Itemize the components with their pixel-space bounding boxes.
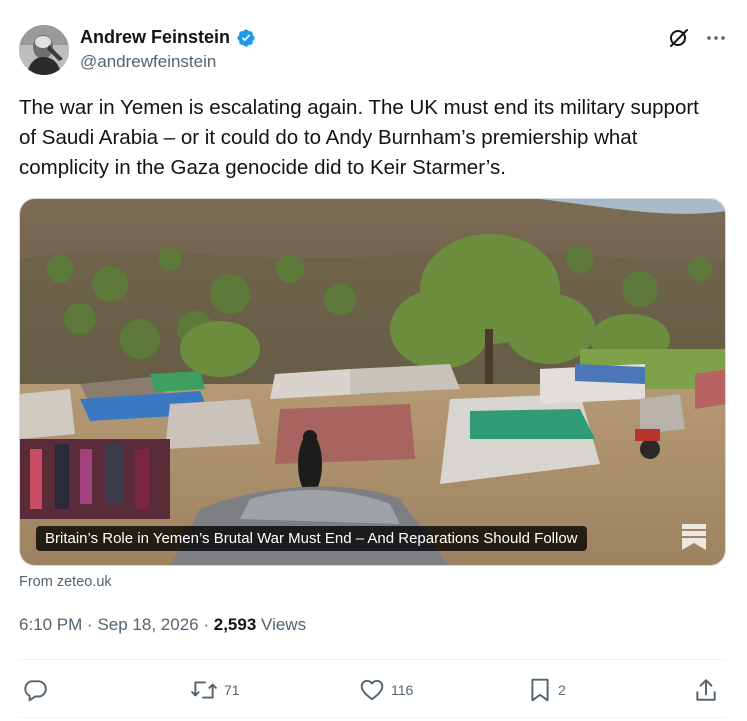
author-name-row: Andrew Feinstein xyxy=(80,27,256,48)
avatar[interactable] xyxy=(19,25,69,75)
heart-icon xyxy=(360,679,384,701)
share-icon xyxy=(696,679,716,701)
views-count: 2,593 xyxy=(213,615,257,634)
more-options-icon[interactable] xyxy=(705,27,727,49)
displacement-camp-photo-icon xyxy=(20,199,725,565)
action-bar: 71 116 2 xyxy=(22,677,724,705)
author-handle[interactable]: @andrewfeinstein xyxy=(80,52,216,72)
repost-icon xyxy=(191,681,217,699)
top-actions xyxy=(667,26,727,50)
divider xyxy=(19,717,726,718)
reply-icon xyxy=(24,680,47,702)
link-card[interactable]: Britain’s Role in Yemen’s Brutal War Mus… xyxy=(19,198,726,566)
card-image[interactable] xyxy=(20,199,725,565)
divider xyxy=(19,659,726,660)
share-button[interactable] xyxy=(694,677,718,703)
reply-button[interactable] xyxy=(22,677,54,703)
repost-button[interactable]: 71 xyxy=(190,677,240,703)
views-label: Views xyxy=(261,615,307,634)
grok-icon[interactable] xyxy=(667,26,691,50)
meta-separator: · xyxy=(203,615,210,634)
tweet-time[interactable]: 6:10 PM xyxy=(19,615,82,634)
author-display-name[interactable]: Andrew Feinstein xyxy=(80,27,230,48)
article-icon xyxy=(682,524,706,550)
bookmark-count: 2 xyxy=(558,682,566,698)
like-count: 116 xyxy=(391,682,414,698)
bookmark-icon xyxy=(531,678,549,702)
tweet-text: The war in Yemen is escalating again. Th… xyxy=(19,96,699,179)
meta-separator: · xyxy=(87,615,93,634)
tweet-meta: 6:10 PM · Sep 18, 2026 · 2,593 Views xyxy=(19,615,306,635)
repost-count: 71 xyxy=(224,682,240,698)
verified-badge-icon xyxy=(237,28,255,47)
card-title[interactable]: Britain’s Role in Yemen’s Brutal War Mus… xyxy=(36,526,587,551)
like-button[interactable]: 116 xyxy=(359,677,413,703)
card-source[interactable]: From zeteo.uk xyxy=(19,574,112,590)
avatar-photo-icon xyxy=(19,25,69,75)
bookmark-button[interactable]: 2 xyxy=(528,677,566,703)
tweet-date[interactable]: Sep 18, 2026 xyxy=(97,615,198,634)
